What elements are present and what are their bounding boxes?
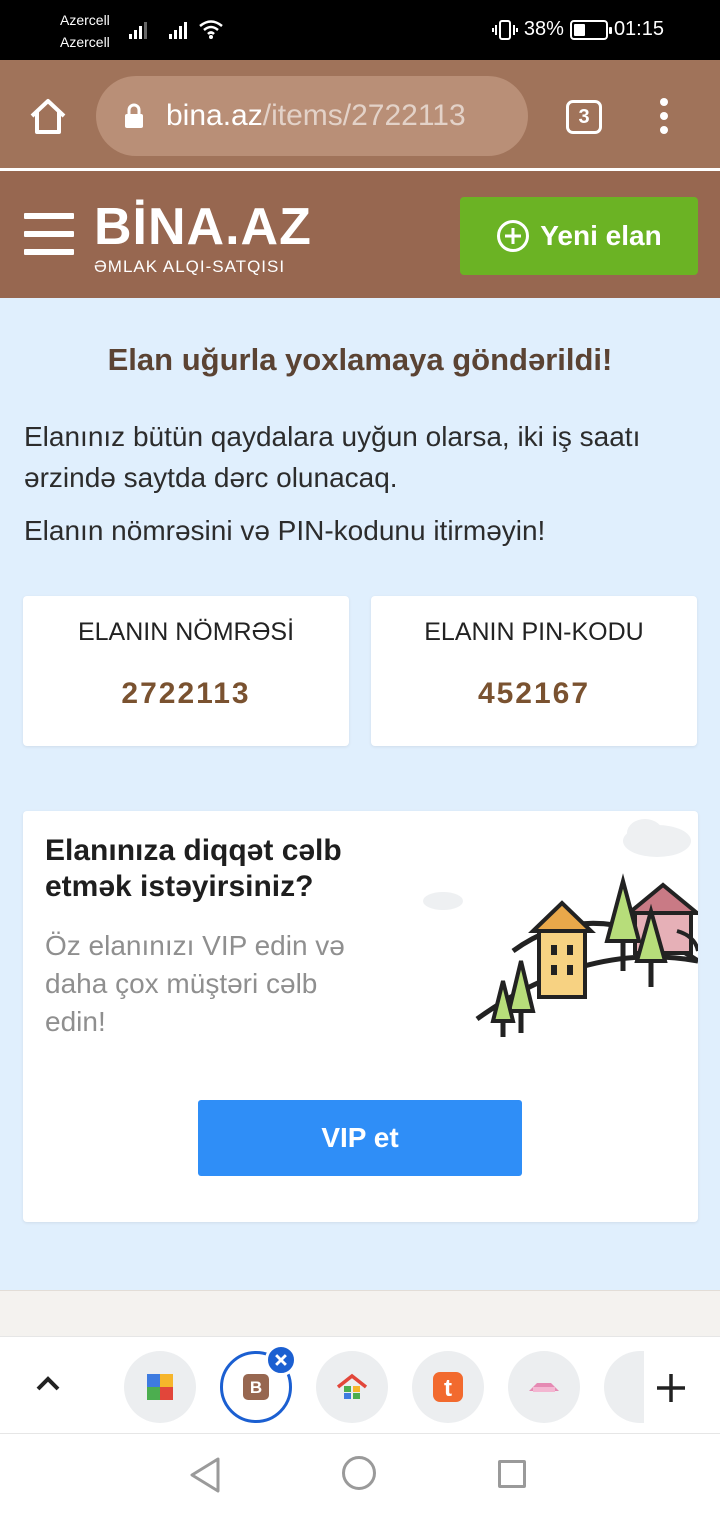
logo-text: BİNA.AZ	[94, 198, 312, 256]
tab-switcher-button[interactable]: 3	[566, 100, 602, 134]
promo-title: Elanınıza diqqət cəlb etmək istəyirsiniz…	[45, 834, 342, 903]
tab-favicon-house	[336, 1373, 368, 1399]
tab-5[interactable]	[508, 1351, 580, 1423]
status-bar: Azercell Azercell 38% 01:15	[0, 0, 720, 60]
plus-circle-icon	[497, 220, 530, 252]
plus-icon[interactable]	[654, 1371, 688, 1405]
site-logo[interactable]: BİNA.AZ ƏMLAK ALQI-SATQISI	[94, 201, 312, 277]
carrier-2: Azercell	[60, 34, 110, 50]
vip-button[interactable]: VIP et	[198, 1100, 522, 1176]
vip-promo-card: Elanınıza diqqət cəlb etmək istəyirsiniz…	[23, 811, 698, 1222]
warning-text: Elanın nömrəsini və PIN-kodunu itirməyin…	[24, 515, 546, 546]
tab-favicon-pink	[529, 1383, 559, 1392]
tab-2-active[interactable]: B	[220, 1344, 297, 1423]
chevron-up-icon[interactable]	[34, 1373, 62, 1393]
tab-favicon-bina: B	[243, 1374, 269, 1400]
status-right: 38% 01:15	[491, 18, 664, 41]
tab-4[interactable]: t	[412, 1351, 484, 1423]
promo-text: Öz elanınızı VIP edin və daha çox müştər…	[45, 930, 345, 1037]
signal-icon-2	[169, 22, 187, 39]
browser-toolbar: bina.az/items/2722113 3	[0, 60, 720, 168]
new-ad-button[interactable]: Yeni elan	[460, 197, 698, 275]
pin-label: ELANIN PIN-KODU	[424, 618, 644, 646]
tab-favicon-colorful	[147, 1374, 173, 1400]
bina-favicon-letter: B	[250, 1378, 262, 1397]
url-path: /items/2722113	[262, 99, 466, 132]
battery-percent: 38%	[523, 18, 564, 40]
logo-tagline: ƏMLAK ALQI-SATQISI	[94, 257, 286, 276]
ad-number-value: 2722113	[121, 677, 251, 710]
tab-1[interactable]	[124, 1351, 196, 1423]
back-icon[interactable]	[188, 1456, 222, 1494]
home-nav-icon[interactable]	[342, 1456, 376, 1490]
browser-tab-bar: B t	[0, 1336, 720, 1434]
t-favicon-letter: t	[444, 1375, 452, 1402]
signal-icon	[129, 22, 147, 39]
success-heading: Elan uğurla yoxlamaya göndərildi!	[107, 342, 613, 377]
lock-icon	[125, 103, 143, 128]
system-nav-bar	[0, 1434, 720, 1520]
recent-apps-icon[interactable]	[498, 1460, 526, 1488]
tab-6-partial[interactable]	[604, 1351, 644, 1423]
houses-illustration	[423, 819, 698, 1037]
battery-icon	[569, 19, 612, 40]
new-ad-label: Yeni elan	[540, 220, 662, 251]
ad-number-label: ELANIN NÖMRƏSİ	[77, 618, 295, 646]
vibrate-icon	[491, 19, 518, 40]
main-content: Elan uğurla yoxlamaya göndərildi! Elanın…	[0, 298, 720, 1290]
close-tab-icon[interactable]	[265, 1344, 297, 1376]
url-host: bina.az	[166, 99, 263, 132]
tab-favicon-t: t	[433, 1372, 463, 1402]
ad-number-card: ELANIN NÖMRƏSİ 2722113	[23, 596, 349, 746]
wifi-icon	[199, 20, 223, 39]
site-header: BİNA.AZ ƏMLAK ALQI-SATQISI Yeni elan	[0, 171, 720, 298]
more-menu-icon[interactable]	[654, 98, 674, 138]
clock: 01:15	[613, 18, 664, 40]
battery-fill	[573, 23, 585, 36]
pin-card: ELANIN PIN-KODU 452167	[371, 596, 697, 746]
menu-icon[interactable]	[24, 213, 74, 257]
home-icon[interactable]	[28, 96, 68, 136]
pin-value: 452167	[477, 677, 591, 710]
tab-3[interactable]	[316, 1351, 388, 1423]
info-text: Elanınız bütün qaydalara uyğun olarsa, i…	[24, 421, 641, 493]
page-bottom-strip	[0, 1290, 720, 1336]
carrier-1: Azercell	[60, 12, 110, 28]
address-bar[interactable]: bina.az/items/2722113	[96, 76, 528, 156]
